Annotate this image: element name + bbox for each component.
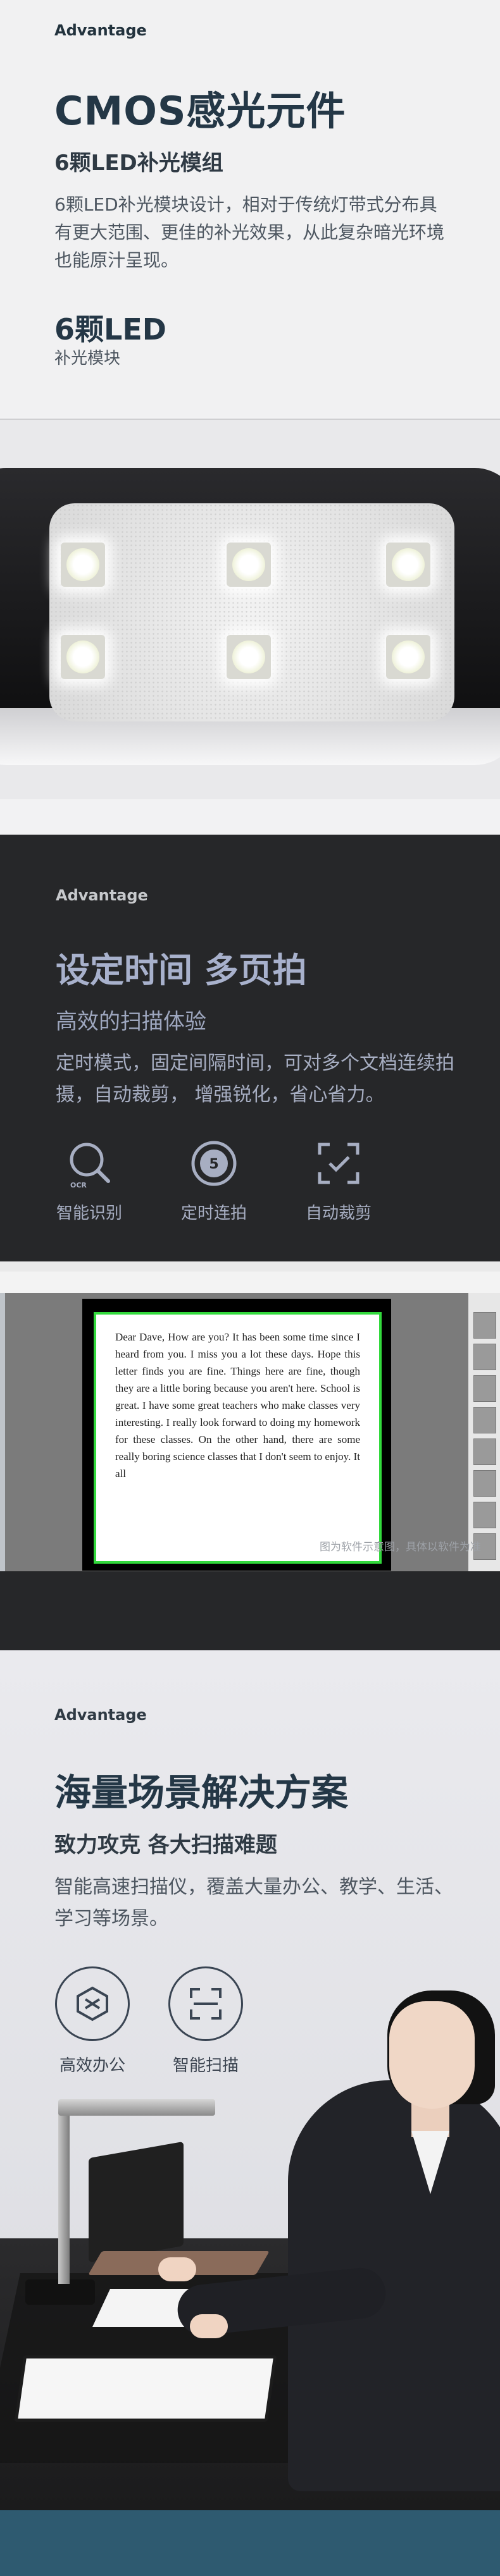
feature-icon-circle [168,1966,243,2041]
person-face [389,2001,475,2109]
feature-label: 定时连拍 [180,1204,247,1223]
scanner-arm [58,2107,70,2284]
thumbnail[interactable] [473,1407,496,1433]
footer-band [0,2510,500,2576]
section-tag: Advantage [56,886,148,904]
section-description: 智能高速扫描仪，覆盖大量办公、教学、生活、学习等场景。 [54,1876,453,1930]
thumbnail[interactable] [473,1438,496,1465]
section-description: 6颗LED补光模块设计，相对于传统灯带式分布具有更大范围、更佳的补光效果，从此复… [54,194,445,271]
scanned-document: Dear Dave, How are you? It has been some… [94,1312,382,1564]
led-light-icon [386,543,430,587]
scanner-software-screenshot: Dear Dave, How are you? It has been some… [0,1261,500,1571]
image-caption: 图为软件示意图，具体以软件为准 [320,1541,481,1554]
led-board-image [49,503,454,721]
section-title: 设定时间 多页拍 [56,950,307,990]
section-subtitle: 高效的扫描体验 [56,1009,206,1034]
person-hand [158,2257,196,2281]
feature-label: 高效办公 [59,2056,125,2075]
thumbnail[interactable] [473,1502,496,1528]
cmos-section: Advantage CMOS感光元件 6颗LED补光模组 6颗LED补光模块设计… [0,0,500,417]
smart-scan-icon [190,1988,222,2020]
led-light-icon [61,543,105,587]
timer-icon: 5 [191,1141,237,1186]
thumbnail[interactable] [473,1470,496,1497]
feature-label: 智能识别 [56,1204,122,1223]
feature-label: 自动裁剪 [305,1204,372,1223]
section-subtitle: 致力攻克 各大扫描难题 [54,1832,277,1858]
thumbnail[interactable] [473,1375,496,1402]
scanner-head [58,2099,215,2116]
feature-label: 智能扫描 [172,2056,239,2075]
efficient-office-icon [77,1986,108,2021]
thumbnail[interactable] [473,1344,496,1370]
preview-area: Dear Dave, How are you? It has been some… [5,1293,468,1571]
section-title: CMOS感光元件 [54,88,346,134]
thumbnail-panel [468,1293,500,1571]
feature-smart-scan: 智能扫描 [168,1966,244,2076]
app-left-panel [0,1293,5,1571]
clipboard [14,2355,277,2422]
svg-text:5: 5 [209,1156,218,1172]
app-menu-bar [0,1261,500,1272]
led-light-icon [386,635,430,679]
product-page: Advantage CMOS感光元件 6颗LED补光模组 6颗LED补光模块设计… [0,0,500,2576]
timer-section: Advantage 设定时间 多页拍 高效的扫描体验 定时模式，固定间隔时间，可… [0,835,500,1650]
spec-label: 补光模块 [54,349,121,368]
svg-text:OCR: OCR [70,1181,87,1189]
section-tag: Advantage [54,1706,147,1724]
feature-timer: 5 定时连拍 [179,1138,249,1224]
feature-efficient-office: 高效办公 [54,1966,130,2076]
feature-auto-crop: 自动裁剪 [304,1138,373,1224]
section-tag: Advantage [54,21,147,39]
led-light-icon [227,543,271,587]
ocr-search-icon: OCR [70,1143,110,1189]
person-hand [190,2314,228,2338]
thumbnail[interactable] [473,1312,496,1339]
app-toolbar [0,1272,500,1294]
spec-value: 6颗LED [54,312,166,347]
feature-icon-circle [55,1966,130,2041]
auto-crop-icon [318,1143,359,1184]
led-light-icon [227,635,271,679]
section-description: 定时模式，固定间隔时间，可对多个文档连续拍摄，自动裁剪， 增强锐化，省心省力。 [56,1052,454,1106]
section-title: 海量场景解决方案 [54,1771,349,1814]
section-subtitle: 6颗LED补光模组 [54,150,223,176]
laptop-screen [89,2141,184,2263]
feature-ocr: OCR 智能识别 [54,1138,124,1224]
led-light-icon [61,635,105,679]
